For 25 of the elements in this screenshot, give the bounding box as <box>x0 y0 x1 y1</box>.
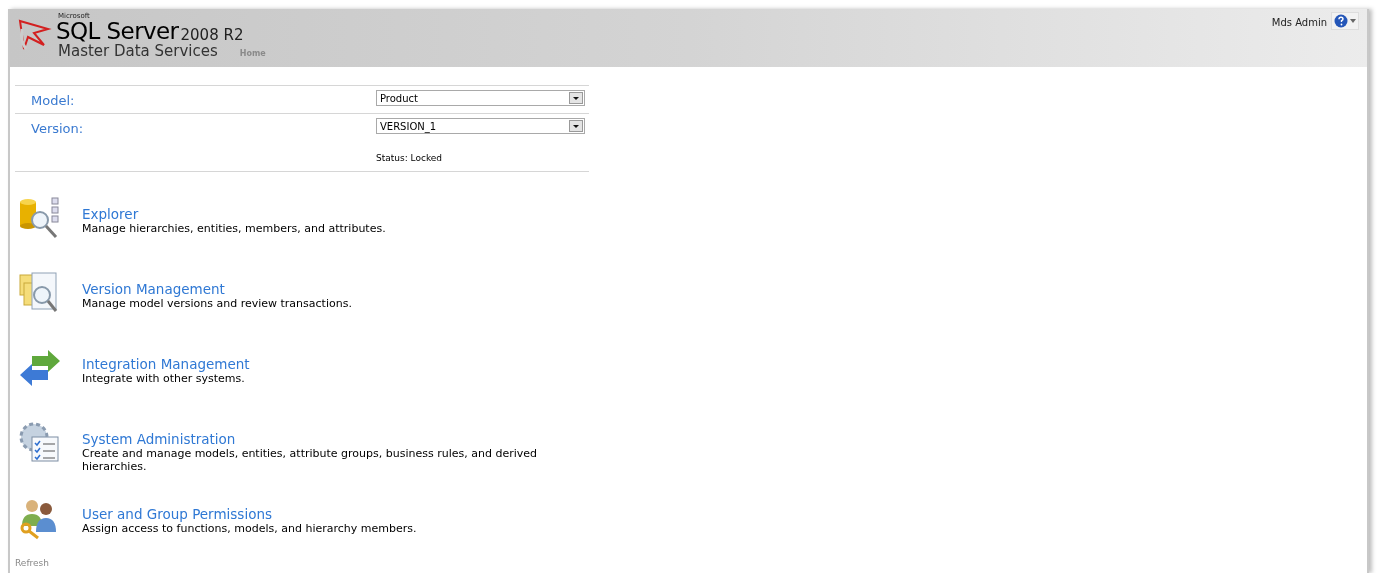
field-label: Model: <box>31 92 76 110</box>
field-label: Version: <box>31 120 85 138</box>
brand-version: 2008 R2 <box>180 28 244 43</box>
function-link[interactable]: User and Group Permissions <box>82 505 272 522</box>
function-description: Assign access to functions, models, and hierarchy members. <box>82 521 418 535</box>
function-description: Manage model versions and review transactions. <box>82 296 353 310</box>
status-text: Status: Locked <box>376 152 443 163</box>
caret-icon <box>1350 19 1356 23</box>
product-name: Master Data Services <box>58 44 218 59</box>
function-description: Manage hierarchies, entities, members, and attributes. <box>82 221 387 235</box>
select-field[interactable]: Product <box>376 90 585 106</box>
help-button[interactable] <box>1331 12 1359 30</box>
user-name: Mds Admin <box>1271 16 1327 30</box>
brand-name: SQL Server <box>56 20 179 43</box>
function-link[interactable]: System Administration <box>82 430 236 447</box>
function-link[interactable]: Integration Management <box>82 355 250 372</box>
refresh-link[interactable]: Refresh <box>15 556 49 570</box>
select-field[interactable]: VERSION_1 <box>376 118 585 134</box>
function-description: Create and manage models, entities, attribute groups, business rules, and derived hierarchies. <box>82 446 538 473</box>
gear-checklist-icon <box>18 420 62 465</box>
function-link[interactable]: Explorer <box>82 205 139 222</box>
database-magnifier-icon <box>18 195 62 240</box>
function-description: Integrate with other systems. <box>82 371 245 385</box>
function-link[interactable]: Version Management <box>82 280 225 297</box>
help-icon <box>1334 14 1348 28</box>
